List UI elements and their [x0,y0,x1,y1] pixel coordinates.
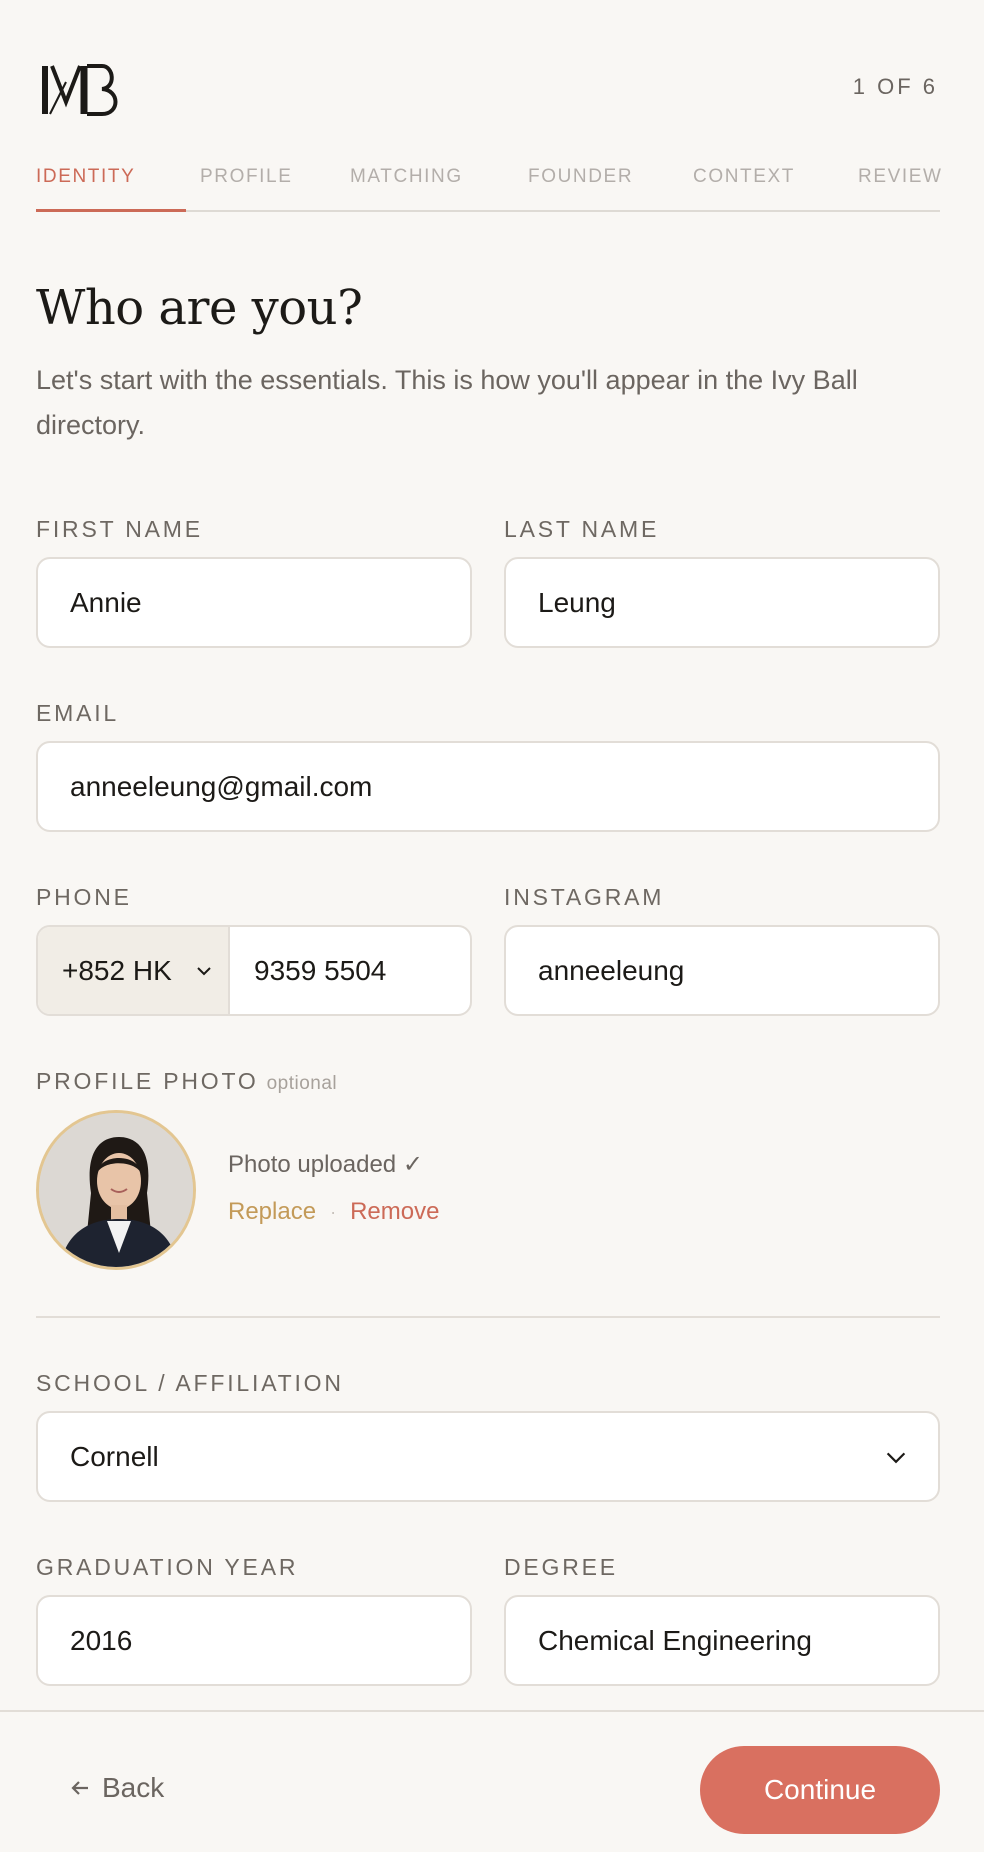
tab-context[interactable]: CONTEXT [693,166,795,188]
profile-photo-label-text: PROFILE PHOTO [36,1068,259,1094]
email-input[interactable] [38,743,938,830]
tab-founder[interactable]: FOUNDER [528,166,633,188]
back-button[interactable]: Back [68,1772,164,1804]
phone-field: +852 HK [36,925,472,1016]
tab-matching[interactable]: MATCHING [350,166,463,188]
step-tabs: IDENTITY PROFILE MATCHING FOUNDER CONTEX… [36,166,943,212]
logo-monogram-icon [42,64,118,116]
tab-review[interactable]: REVIEW [858,166,943,188]
footer-bar: Back Continue [0,1710,984,1852]
country-code-select[interactable]: +852 HK [38,927,230,1014]
chevron-down-icon [197,966,211,975]
back-label: Back [102,1772,165,1803]
instagram-input[interactable] [506,927,938,1014]
tab-identity[interactable]: IDENTITY [36,166,135,188]
email-label: EMAIL [36,700,120,726]
photo-actions: Replace · Remove [228,1198,439,1226]
photo-upload-status: Photo uploaded ✓ [228,1151,423,1178]
last-name-label: LAST NAME [504,516,660,542]
last-name-input[interactable] [506,559,938,646]
optional-tag: optional [266,1073,338,1094]
active-tab-indicator [36,209,186,212]
first-name-field [36,557,472,648]
chevron-down-icon [886,1452,906,1463]
last-name-field [504,557,940,648]
graduation-year-input[interactable] [38,1597,470,1684]
graduation-year-field [36,1595,472,1686]
first-name-input[interactable] [38,559,470,646]
page-subtitle: Let's start with the essentials. This is… [36,365,858,440]
tab-profile[interactable]: PROFILE [200,166,293,188]
section-divider [36,1316,940,1318]
arrow-left-icon [71,1781,88,1795]
country-code-value: +852 HK [62,954,172,986]
degree-label: DEGREE [504,1554,618,1580]
separator-dot: · [330,1202,337,1223]
school-select[interactable]: Cornell [36,1411,940,1502]
profile-photo-label: PROFILE PHOTO optional [36,1068,337,1095]
step-counter: 1 OF 6 [852,74,938,99]
continue-label: Continue [763,1774,877,1805]
remove-photo-link[interactable]: Remove [350,1198,439,1225]
instagram-label: INSTAGRAM [504,884,665,910]
degree-input[interactable] [506,1597,938,1684]
degree-field [504,1595,940,1686]
first-name-label: FIRST NAME [36,516,203,542]
graduation-year-label: GRADUATION YEAR [36,1554,299,1580]
avatar[interactable] [36,1110,196,1270]
page-title: Who are you? [36,280,363,336]
replace-photo-link[interactable]: Replace [228,1198,316,1225]
phone-input[interactable] [230,927,470,1014]
continue-button[interactable]: Continue [700,1746,940,1834]
instagram-field [504,925,940,1016]
email-field [36,741,940,832]
phone-label: PHONE [36,884,132,910]
profile-portrait-icon [39,1113,193,1267]
ivy-ball-logo [40,62,126,118]
school-label: SCHOOL / AFFILIATION [36,1370,344,1396]
school-value: Cornell [70,1440,159,1472]
